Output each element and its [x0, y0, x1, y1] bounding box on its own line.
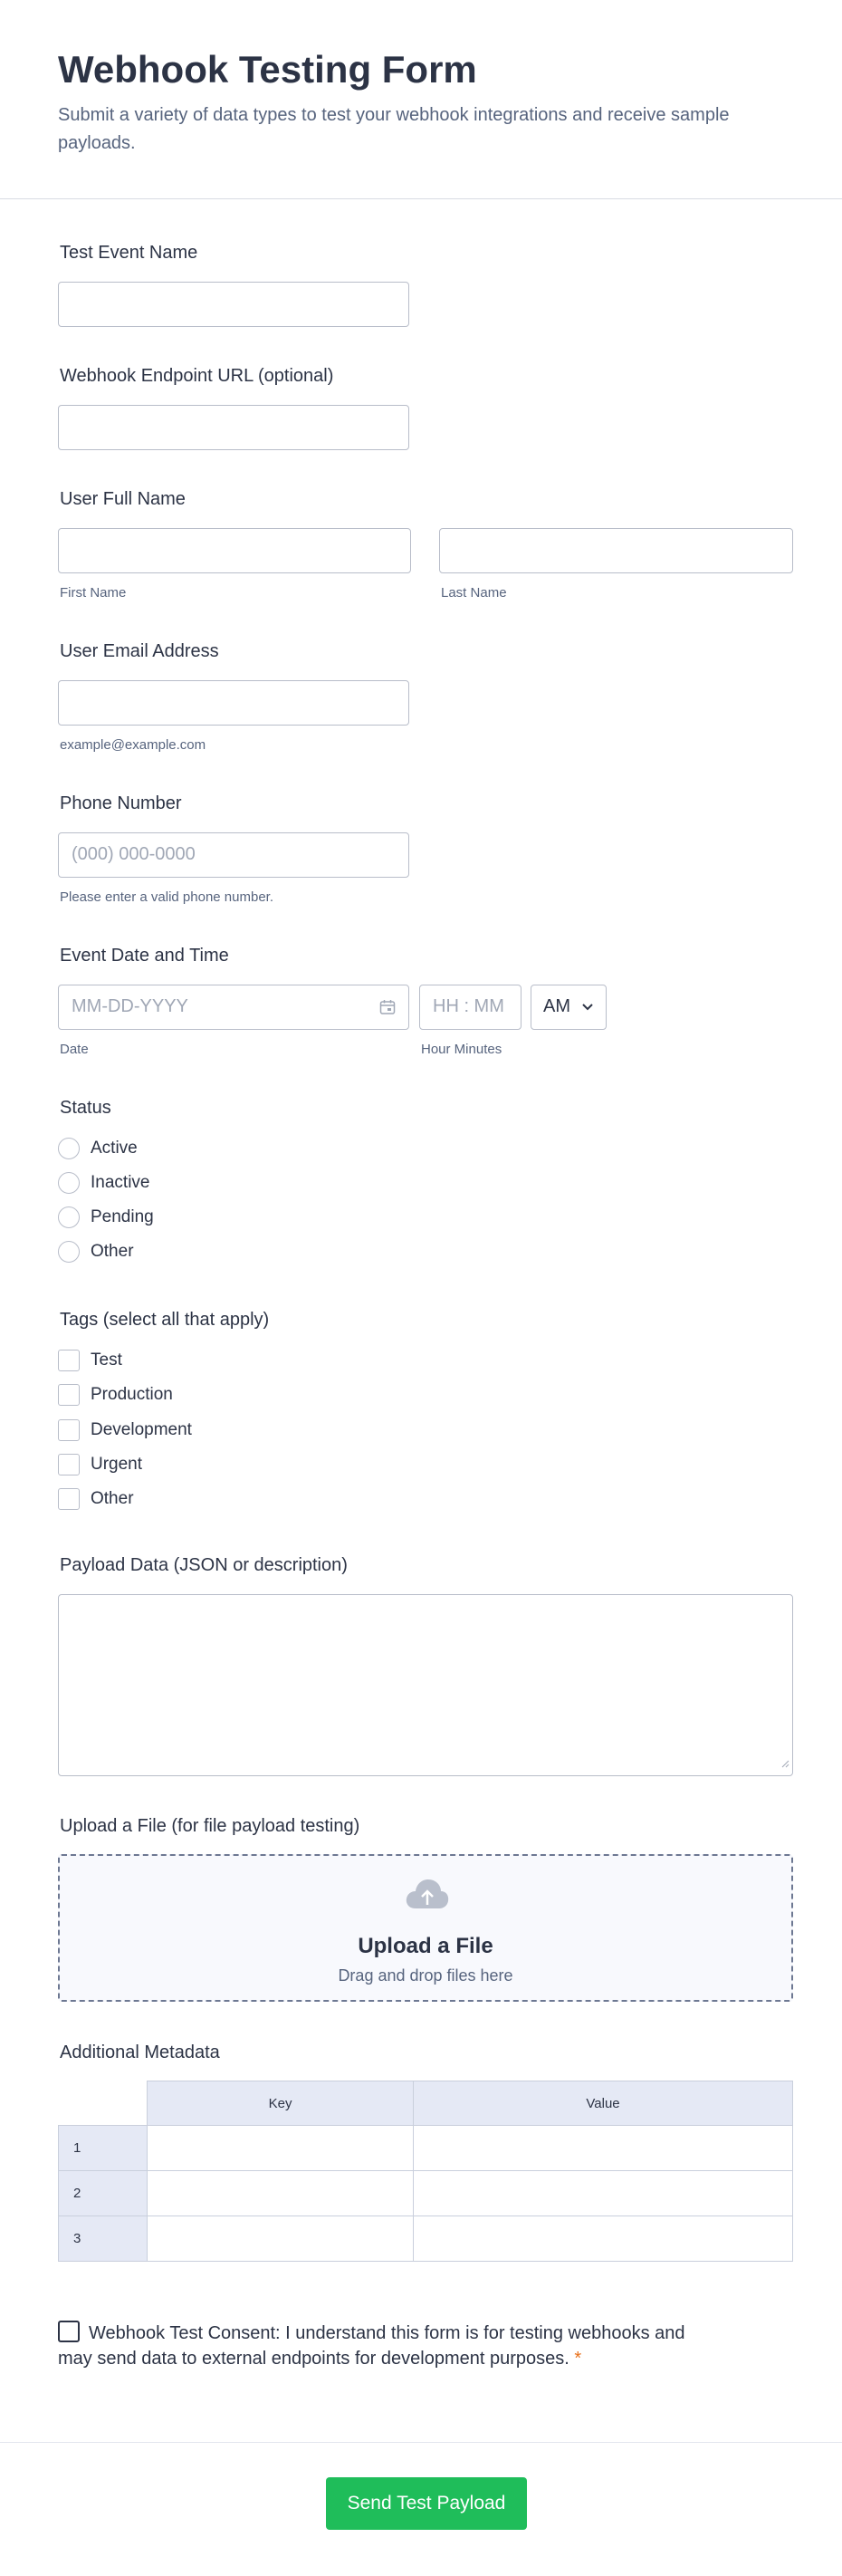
tag-checkbox-urgent[interactable]	[58, 1454, 80, 1475]
event-name-input[interactable]	[58, 282, 409, 327]
metadata-label: Additional Metadata	[60, 2043, 220, 2062]
date-sublabel: Date	[60, 1042, 89, 1057]
status-option-label: Pending	[91, 1207, 154, 1226]
phone-sublabel: Please enter a valid phone number.	[60, 889, 273, 905]
form-header: Webhook Testing Form Submit a variety of…	[0, 0, 842, 199]
key-cell[interactable]	[146, 2216, 415, 2262]
column-header-key: Key	[146, 2081, 415, 2126]
endpoint-url-label: Webhook Endpoint URL (optional)	[60, 366, 334, 386]
tag-checkbox-development[interactable]	[58, 1419, 80, 1441]
status-option-label: Inactive	[91, 1173, 150, 1192]
upload-label: Upload a File (for file payload testing)	[60, 1816, 360, 1836]
full-name-label: User Full Name	[60, 489, 186, 509]
status-label: Status	[60, 1098, 111, 1118]
send-test-payload-button[interactable]: Send Test Payload	[326, 2477, 527, 2530]
row-header: 2	[58, 2170, 148, 2216]
last-name-input[interactable]	[439, 528, 793, 573]
table-row: 2	[58, 2170, 793, 2216]
key-cell[interactable]	[146, 2170, 415, 2216]
first-name-sublabel: First Name	[60, 585, 127, 601]
tag-option-label: Other	[91, 1489, 134, 1508]
email-label: User Email Address	[60, 641, 219, 661]
status-radio-other[interactable]	[58, 1241, 80, 1263]
key-cell[interactable]	[146, 2125, 415, 2171]
datetime-label: Event Date and Time	[60, 946, 229, 966]
required-asterisk: *	[574, 2349, 582, 2369]
ampm-select[interactable]: AM	[531, 985, 607, 1030]
metadata-table: Key Value 1 2 3	[58, 2081, 793, 2262]
table-corner	[58, 2081, 148, 2126]
value-cell[interactable]	[413, 2170, 793, 2216]
last-name-sublabel: Last Name	[441, 585, 507, 601]
tags-label: Tags (select all that apply)	[60, 1310, 270, 1330]
column-header-value: Value	[413, 2081, 793, 2126]
email-input[interactable]	[58, 680, 409, 726]
status-radio-inactive[interactable]	[58, 1172, 80, 1194]
ampm-value: AM	[543, 996, 570, 1016]
row-header: 3	[58, 2216, 148, 2262]
tag-checkbox-production[interactable]	[58, 1384, 80, 1406]
status-radio-active[interactable]	[58, 1138, 80, 1159]
phone-input[interactable]: (000) 000-0000	[58, 832, 409, 878]
tag-checkbox-test[interactable]	[58, 1350, 80, 1371]
endpoint-url-input[interactable]	[58, 405, 409, 450]
status-radio-pending[interactable]	[58, 1206, 80, 1228]
value-cell[interactable]	[413, 2125, 793, 2171]
payload-label: Payload Data (JSON or description)	[60, 1555, 348, 1575]
form-footer: Send Test Payload	[0, 2442, 842, 2576]
value-cell[interactable]	[413, 2216, 793, 2262]
time-input[interactable]: HH : MM	[419, 985, 521, 1030]
event-name-label: Test Event Name	[60, 243, 198, 263]
resize-handle-icon[interactable]	[780, 1756, 789, 1773]
time-placeholder: HH : MM	[433, 996, 504, 1016]
form-content: Test Event Name Webhook Endpoint URL (op…	[0, 199, 842, 2576]
calendar-icon[interactable]	[379, 999, 396, 1020]
tag-option-label: Urgent	[91, 1455, 143, 1474]
tag-option-label: Test	[91, 1350, 122, 1370]
date-input[interactable]: MM-DD-YYYY	[58, 985, 409, 1030]
phone-label: Phone Number	[60, 793, 182, 813]
phone-placeholder: (000) 000-0000	[72, 844, 196, 864]
tag-option-label: Production	[91, 1385, 173, 1404]
consent-field: Webhook Test Consent: I understand this …	[58, 2321, 719, 2371]
email-sublabel: example@example.com	[60, 737, 206, 753]
tag-option-label: Development	[91, 1420, 192, 1439]
time-sublabel: Hour Minutes	[421, 1042, 502, 1057]
date-placeholder: MM-DD-YYYY	[72, 996, 188, 1016]
page-subtitle: Submit a variety of data types to test y…	[58, 105, 730, 153]
table-row: 3	[58, 2216, 793, 2262]
chevron-down-icon	[581, 1001, 594, 1018]
file-upload-dropzone[interactable]: Upload a File Drag and drop files here	[58, 1854, 793, 2002]
cloud-upload-icon	[405, 1878, 450, 1915]
upload-title: Upload a File	[358, 1934, 493, 1958]
consent-checkbox[interactable]	[58, 2321, 80, 2342]
consent-text: Webhook Test Consent: I understand this …	[58, 2323, 685, 2369]
first-name-input[interactable]	[58, 528, 411, 573]
status-option-label: Other	[91, 1242, 134, 1261]
table-row: 1	[58, 2125, 793, 2171]
upload-subtitle: Drag and drop files here	[338, 1966, 513, 1985]
page-title: Webhook Testing Form	[58, 48, 477, 91]
row-header: 1	[58, 2125, 148, 2171]
payload-textarea[interactable]	[58, 1594, 793, 1776]
status-option-label: Active	[91, 1139, 138, 1158]
tag-checkbox-other[interactable]	[58, 1488, 80, 1510]
